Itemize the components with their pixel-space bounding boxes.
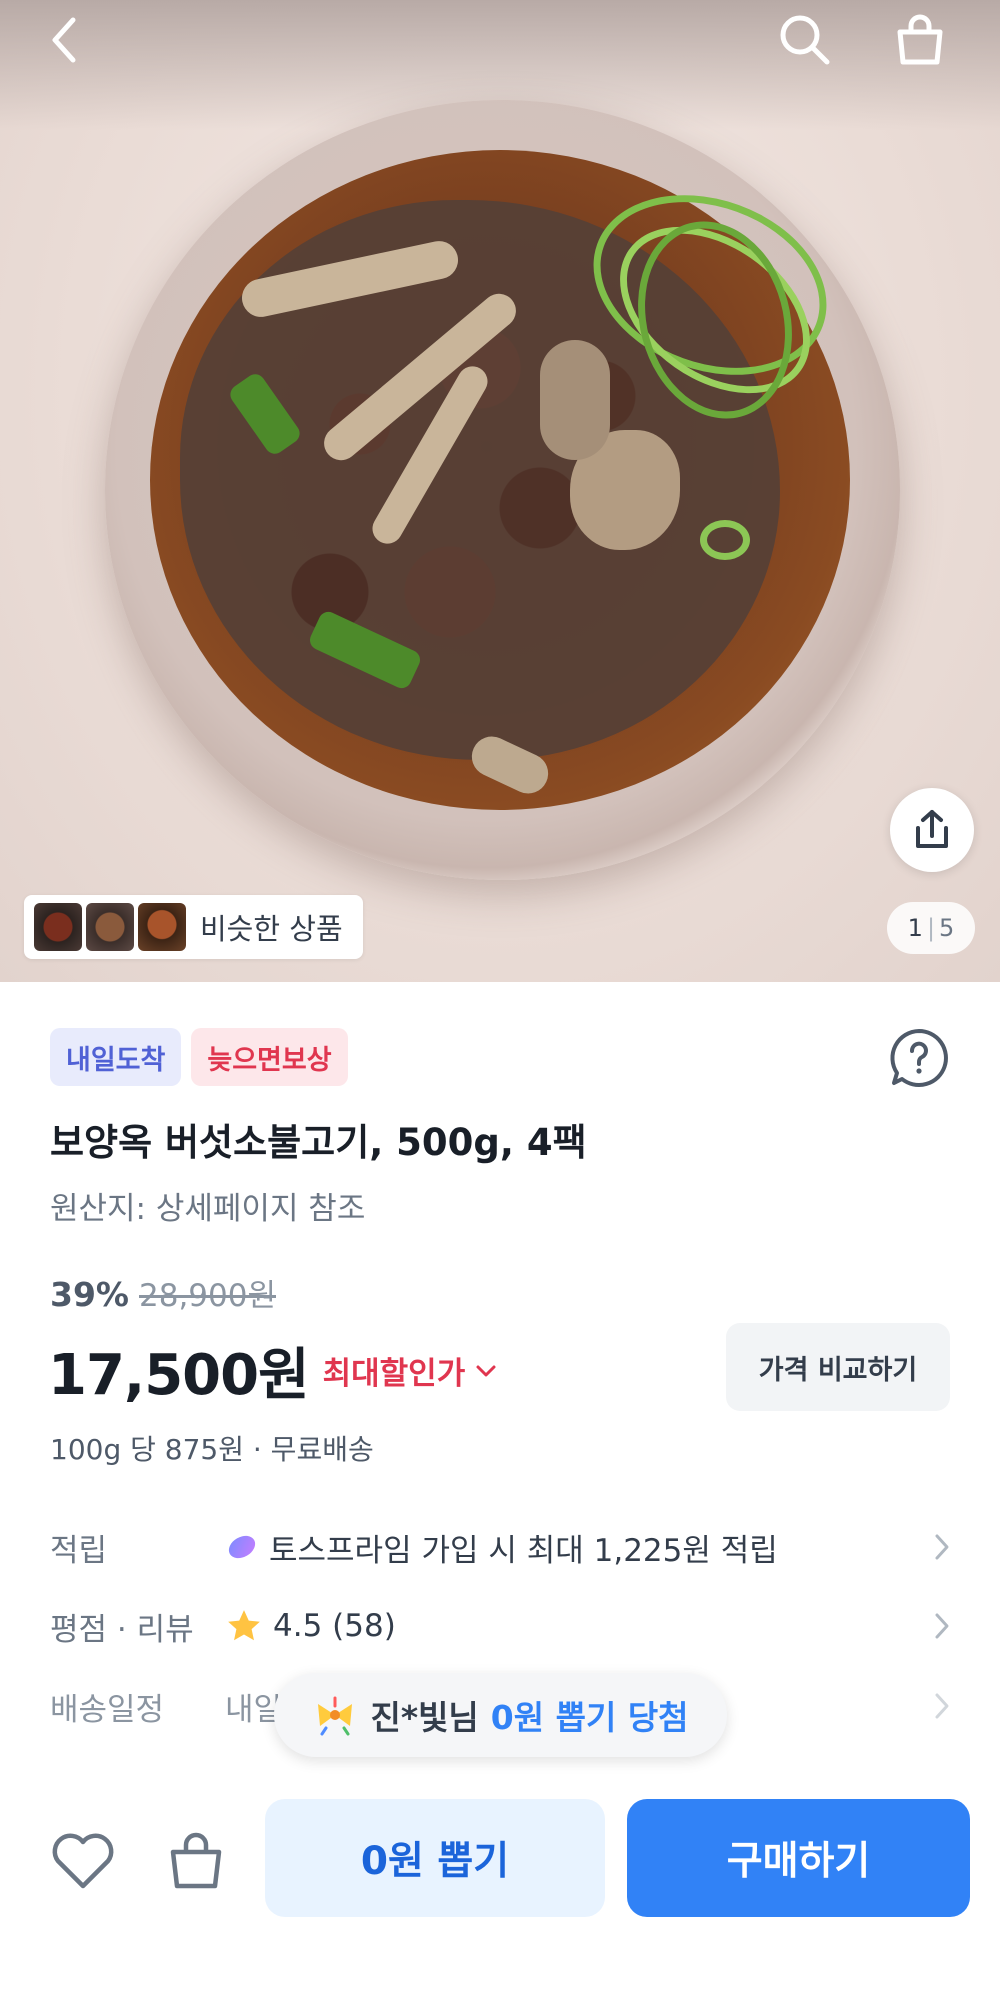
similar-products-button[interactable]: 비슷한 상품 bbox=[24, 895, 363, 959]
badge-next-day: 내일도착 bbox=[50, 1028, 182, 1086]
search-button[interactable] bbox=[770, 5, 840, 75]
product-title: 보양옥 버섯소불고기, 500g, 4팩 bbox=[50, 1121, 587, 1164]
scallion-ring bbox=[700, 520, 750, 560]
reward-row[interactable]: 적립 토스프라임 가입 시 최대 1,225원 적립 bbox=[50, 1517, 950, 1577]
heart-icon bbox=[52, 1833, 114, 1889]
winner-name: 진*빛님 bbox=[370, 1698, 479, 1737]
discount-row: 39% 28,900원 bbox=[50, 1270, 276, 1315]
toss-prime-icon bbox=[228, 1535, 256, 1559]
reward-label: 적립 bbox=[50, 1532, 108, 1569]
delivery-label: 배송일정 bbox=[50, 1691, 165, 1728]
chevron-right-icon bbox=[935, 1613, 949, 1639]
delivery-value: 내일 bbox=[225, 1691, 283, 1728]
zero-won-draw-button[interactable]: 0원 뽑기 bbox=[265, 1799, 605, 1917]
back-button[interactable] bbox=[35, 10, 95, 70]
pager-separator: | bbox=[926, 914, 936, 942]
similar-thumbnail bbox=[138, 903, 186, 951]
image-pager: 1 | 5 bbox=[887, 902, 975, 954]
badge-row: 내일도착 늦으면보상 bbox=[50, 1028, 348, 1086]
share-icon bbox=[916, 810, 948, 848]
winner-prize: 0원 뽑기 당첨 bbox=[490, 1698, 689, 1737]
discount-percent: 39% bbox=[50, 1275, 129, 1314]
price-row: 17,500원 최대할인가 bbox=[48, 1330, 497, 1411]
add-to-cart-button[interactable] bbox=[158, 1823, 234, 1899]
buy-button[interactable]: 구매하기 bbox=[627, 1799, 970, 1917]
similar-thumbnail bbox=[34, 903, 82, 951]
chevron-right-icon bbox=[935, 1693, 949, 1719]
reward-value: 토스프라임 가입 시 최대 1,225원 적립 bbox=[269, 1532, 778, 1569]
question-bubble-icon bbox=[890, 1029, 948, 1087]
chevron-down-icon bbox=[476, 1365, 496, 1376]
back-arrow-icon bbox=[52, 17, 76, 63]
search-icon bbox=[780, 15, 830, 65]
rating-label: 평점 · 리뷰 bbox=[50, 1611, 194, 1648]
shopping-bag-icon bbox=[170, 1832, 222, 1889]
max-discount-label: 최대할인가 bbox=[322, 1356, 466, 1392]
share-button[interactable] bbox=[890, 788, 974, 872]
sale-price: 17,500원 bbox=[48, 1343, 310, 1408]
chevron-right-icon bbox=[935, 1534, 949, 1560]
max-discount-toggle[interactable]: 최대할인가 bbox=[323, 1348, 498, 1393]
rating-value: 4.5 (58) bbox=[273, 1608, 396, 1644]
party-popper-icon bbox=[318, 1696, 353, 1736]
similar-label: 비슷한 상품 bbox=[200, 912, 343, 946]
wishlist-button[interactable] bbox=[45, 1823, 121, 1899]
shiitake bbox=[540, 340, 610, 460]
product-origin: 원산지: 상세페이지 참조 bbox=[50, 1191, 366, 1227]
unit-price-shipping: 100g 당 875원 · 무료배송 bbox=[50, 1433, 374, 1466]
product-image[interactable] bbox=[0, 0, 1000, 982]
rating-review-row[interactable]: 평점 · 리뷰 4.5 (58) bbox=[50, 1596, 950, 1656]
price-compare-button[interactable]: 가격 비교하기 bbox=[726, 1323, 950, 1411]
winner-toast: 진*빛님 0원 뽑기 당첨 bbox=[274, 1673, 727, 1757]
pager-current: 1 bbox=[907, 914, 923, 942]
help-button[interactable] bbox=[886, 1025, 952, 1091]
cart-top-button[interactable] bbox=[885, 5, 955, 75]
pager-total: 5 bbox=[939, 914, 955, 942]
original-price: 28,900원 bbox=[139, 1278, 276, 1314]
shopping-bag-icon bbox=[897, 14, 943, 65]
similar-thumbnail bbox=[86, 903, 134, 951]
badge-late-compensation: 늦으면보상 bbox=[191, 1028, 348, 1086]
star-icon bbox=[228, 1610, 260, 1641]
